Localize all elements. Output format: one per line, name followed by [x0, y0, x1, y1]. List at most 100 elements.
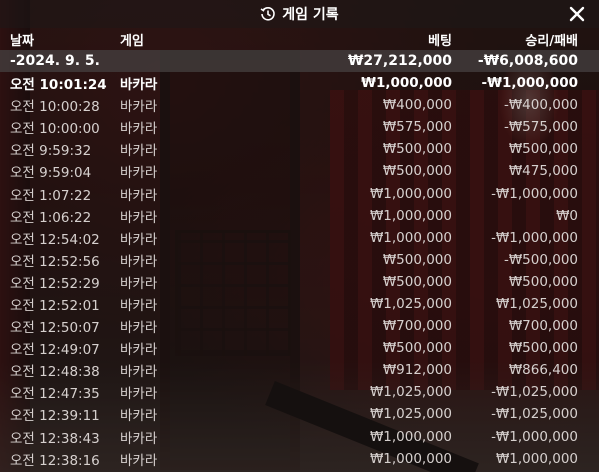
- history-row[interactable]: 오전 12:52:56 바카라 ₩500,000 -₩500,000: [0, 249, 599, 271]
- row-game: 바카라: [120, 99, 158, 116]
- history-row[interactable]: 오전 10:00:28 바카라 ₩400,000 -₩400,000: [0, 94, 599, 116]
- row-result: ₩866,400: [508, 362, 578, 379]
- row-bet: ₩1,000,000: [361, 75, 452, 92]
- history-row[interactable]: 오전 1:07:22 바카라 ₩1,000,000 -₩1,000,000: [0, 182, 599, 204]
- history-row[interactable]: 오전 12:38:43 바카라 ₩1,000,000 -₩1,000,000: [0, 426, 599, 448]
- row-result: -₩575,000: [503, 119, 578, 136]
- row-result: -₩1,000,000: [491, 229, 578, 246]
- panel-title: 게임 기록: [282, 7, 339, 23]
- row-time: 오전 12:38:43: [10, 430, 100, 447]
- row-bet: ₩400,000: [382, 97, 452, 114]
- game-screen: 게임 기록 날짜 게임 베팅 승리/패배 -2024. 9. 5. ₩27,21…: [0, 0, 599, 472]
- row-game: 바카라: [120, 320, 158, 337]
- history-list: 오전 10:01:24 바카라 ₩1,000,000 -₩1,000,000 오전 10…: [0, 72, 599, 470]
- header-result: 승리/패배: [525, 33, 578, 49]
- history-row[interactable]: 오전 12:38:16 바카라 ₩1,000,000 ₩1,000,000: [0, 448, 599, 470]
- row-bet: ₩1,025,000: [369, 384, 452, 401]
- row-result: -₩500,000: [503, 251, 578, 268]
- row-time: 오전 1:07:22: [10, 187, 92, 204]
- row-result: ₩500,000: [508, 340, 578, 357]
- row-bet: ₩500,000: [382, 141, 452, 158]
- row-bet: ₩1,000,000: [369, 207, 452, 224]
- row-time: 오전 12:49:07: [10, 342, 100, 359]
- row-time: 오전 12:52:29: [10, 275, 100, 292]
- row-result: ₩1,000,000: [495, 450, 578, 467]
- row-time: 오전 12:54:02: [10, 231, 100, 248]
- row-time: 오전 10:01:24: [10, 77, 107, 94]
- row-time: 오전 10:00:00: [10, 121, 100, 138]
- date-group-row[interactable]: -2024. 9. 5. ₩27,212,000 -₩6,008,600: [0, 50, 599, 72]
- row-time: 오전 10:00:28: [10, 99, 100, 116]
- row-bet: ₩500,000: [382, 273, 452, 290]
- date-group-result-total: -₩6,008,600: [477, 53, 578, 69]
- row-game: 바카라: [120, 452, 158, 469]
- row-game: 바카라: [120, 364, 158, 381]
- row-result: ₩0: [556, 207, 578, 224]
- panel-titlebar: 게임 기록: [0, 0, 599, 28]
- row-game: 바카라: [120, 121, 158, 138]
- row-game: 바카라: [120, 253, 158, 270]
- game-history-panel: 게임 기록 날짜 게임 베팅 승리/패배 -2024. 9. 5. ₩27,21…: [0, 0, 599, 472]
- row-bet: ₩500,000: [382, 251, 452, 268]
- history-icon: [260, 6, 276, 22]
- date-group-bet-total: ₩27,212,000: [347, 53, 452, 69]
- history-row[interactable]: 오전 12:50:07 바카라 ₩700,000 ₩700,000: [0, 315, 599, 337]
- row-result: ₩500,000: [508, 141, 578, 158]
- history-row[interactable]: 오전 12:52:29 바카라 ₩500,000 ₩500,000: [0, 271, 599, 293]
- row-game: 바카라: [120, 297, 158, 314]
- history-row[interactable]: 오전 12:47:35 바카라 ₩1,025,000 -₩1,025,000: [0, 381, 599, 403]
- row-result: -₩1,025,000: [491, 384, 578, 401]
- history-row[interactable]: 오전 1:06:22 바카라 ₩1,000,000 ₩0: [0, 205, 599, 227]
- row-result: ₩500,000: [508, 273, 578, 290]
- row-result: -₩1,000,000: [491, 428, 578, 445]
- history-row[interactable]: 오전 12:39:11 바카라 ₩1,025,000 -₩1,025,000: [0, 403, 599, 425]
- row-result: ₩700,000: [508, 318, 578, 335]
- row-game: 바카라: [120, 165, 158, 182]
- row-bet: ₩700,000: [382, 318, 452, 335]
- row-result: -₩1,000,000: [491, 185, 578, 202]
- row-bet: ₩1,000,000: [369, 450, 452, 467]
- row-bet: ₩500,000: [382, 163, 452, 180]
- row-result: ₩1,025,000: [495, 295, 578, 312]
- history-row[interactable]: 오전 12:48:38 바카라 ₩912,000 ₩866,400: [0, 359, 599, 381]
- row-time: 오전 12:48:38: [10, 364, 100, 381]
- history-row[interactable]: 오전 10:00:00 바카라 ₩575,000 -₩575,000: [0, 116, 599, 138]
- header-date: 날짜: [10, 33, 34, 49]
- row-time: 오전 12:50:07: [10, 320, 100, 337]
- row-bet: ₩1,000,000: [369, 185, 452, 202]
- row-result: ₩475,000: [508, 163, 578, 180]
- row-game: 바카라: [120, 77, 158, 94]
- row-bet: ₩1,025,000: [369, 295, 452, 312]
- row-bet: ₩500,000: [382, 340, 452, 357]
- row-game: 바카라: [120, 342, 158, 359]
- row-game: 바카라: [120, 231, 158, 248]
- history-row[interactable]: 오전 9:59:32 바카라 ₩500,000 ₩500,000: [0, 138, 599, 160]
- row-time: 오전 12:39:11: [10, 408, 100, 425]
- close-button[interactable]: [567, 4, 587, 24]
- row-time: 오전 1:06:22: [10, 209, 92, 226]
- row-bet: ₩1,025,000: [369, 406, 452, 423]
- close-icon[interactable]: [567, 4, 587, 24]
- history-row[interactable]: 오전 12:54:02 바카라 ₩1,000,000 -₩1,000,000: [0, 227, 599, 249]
- row-time: 오전 12:38:16: [10, 452, 100, 469]
- row-game: 바카라: [120, 209, 158, 226]
- row-game: 바카라: [120, 386, 158, 403]
- row-result: -₩400,000: [503, 97, 578, 114]
- panel-title-group: 게임 기록: [260, 4, 339, 24]
- row-result: -₩1,000,000: [481, 75, 578, 92]
- history-row[interactable]: 오전 10:01:24 바카라 ₩1,000,000 -₩1,000,000: [0, 72, 599, 94]
- history-row[interactable]: 오전 9:59:04 바카라 ₩500,000 ₩475,000: [0, 160, 599, 182]
- row-bet: ₩912,000: [382, 362, 452, 379]
- row-time: 오전 12:47:35: [10, 386, 100, 403]
- row-game: 바카라: [120, 143, 158, 160]
- row-game: 바카라: [120, 275, 158, 292]
- row-time: 오전 12:52:56: [10, 253, 100, 270]
- row-game: 바카라: [120, 408, 158, 425]
- row-game: 바카라: [120, 187, 158, 204]
- header-game: 게임: [120, 33, 144, 49]
- row-game: 바카라: [120, 430, 158, 447]
- history-row[interactable]: 오전 12:52:01 바카라 ₩1,025,000 ₩1,025,000: [0, 293, 599, 315]
- history-row[interactable]: 오전 12:49:07 바카라 ₩500,000 ₩500,000: [0, 337, 599, 359]
- row-time: 오전 9:59:04: [10, 165, 92, 182]
- table-header: 날짜 게임 베팅 승리/패배: [0, 28, 599, 50]
